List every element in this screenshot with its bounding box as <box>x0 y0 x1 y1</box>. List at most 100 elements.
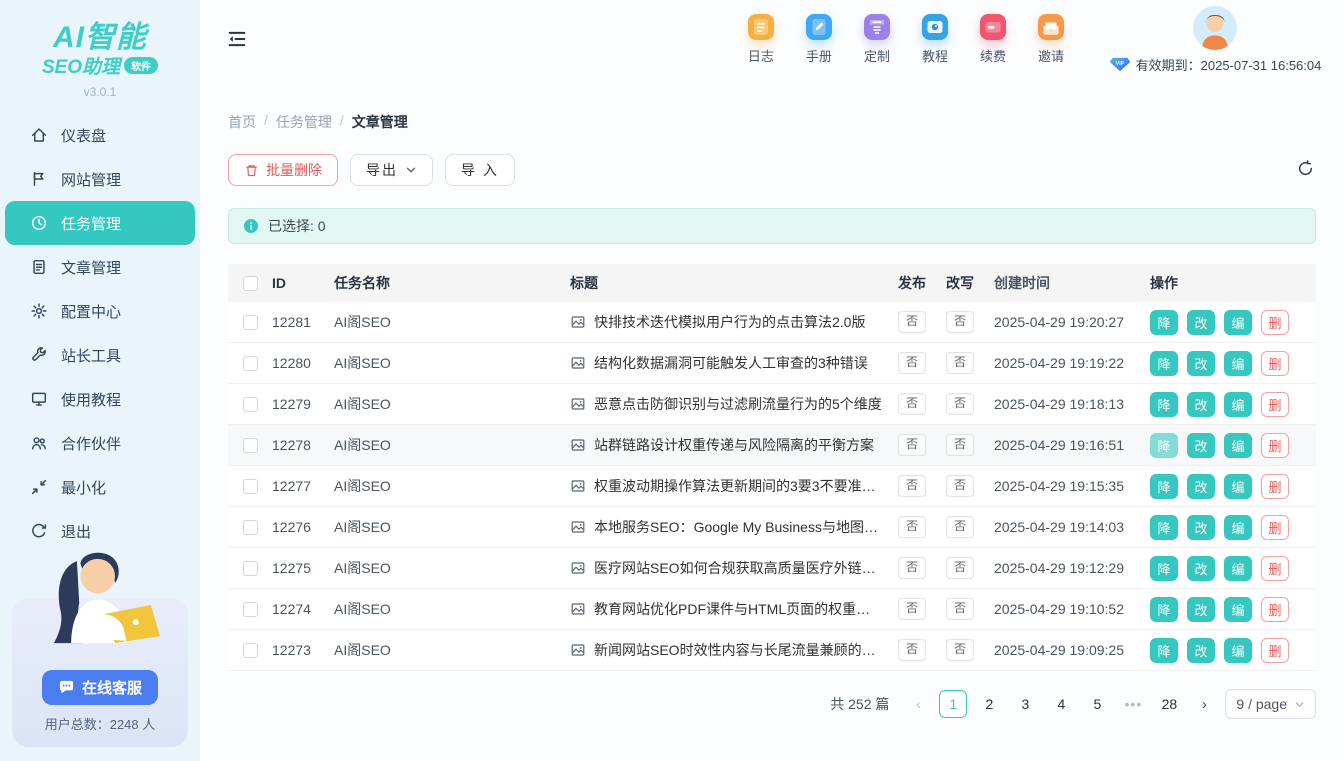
row-created-time: 2025-04-29 19:09:25 <box>994 642 1150 658</box>
refresh-icon[interactable] <box>1296 159 1316 179</box>
delete-button[interactable]: 删 <box>1261 351 1289 376</box>
page-button-28[interactable]: 28 <box>1155 690 1183 718</box>
row-checkbox[interactable] <box>243 397 258 412</box>
breadcrumb-task-management[interactable]: 任务管理 <box>276 112 332 132</box>
demote-button[interactable]: 降 <box>1150 638 1178 663</box>
sidebar-item-minimize[interactable]: 最小化 <box>0 465 200 509</box>
row-checkbox[interactable] <box>243 602 258 617</box>
row-id: 12277 <box>272 478 334 494</box>
quick-link-renew[interactable]: 续费 <box>980 14 1006 65</box>
doc-icon <box>30 258 48 276</box>
manual-icon <box>806 14 832 40</box>
row-created-time: 2025-04-29 19:12:29 <box>994 560 1150 576</box>
rewrite-button[interactable]: 改 <box>1187 638 1215 663</box>
demote-button[interactable]: 降 <box>1150 474 1178 499</box>
rewrite-button[interactable]: 改 <box>1187 474 1215 499</box>
sidebar: AI智能 SEO助理 软件 v3.0.1 仪表盘 网站管理 任务管理 文章管理 … <box>0 0 200 761</box>
page-button-5[interactable]: 5 <box>1083 690 1111 718</box>
online-support-button[interactable]: 在线客服 <box>42 670 158 705</box>
column-task: 任务名称 <box>334 273 570 293</box>
quick-link-log[interactable]: 日志 <box>748 14 774 65</box>
delete-button[interactable]: 删 <box>1261 433 1289 458</box>
row-checkbox[interactable] <box>243 479 258 494</box>
edit-button[interactable]: 编 <box>1224 433 1252 458</box>
quick-link-custom[interactable]: 定制 <box>864 14 890 65</box>
edit-button[interactable]: 编 <box>1224 351 1252 376</box>
demote-button[interactable]: 降 <box>1150 433 1178 458</box>
demote-button[interactable]: 降 <box>1150 597 1178 622</box>
page-button-2[interactable]: 2 <box>975 690 1003 718</box>
demote-button[interactable]: 降 <box>1150 310 1178 335</box>
sidebar-item-flag[interactable]: 网站管理 <box>0 157 200 201</box>
rewrite-button[interactable]: 改 <box>1187 597 1215 622</box>
edit-button[interactable]: 编 <box>1224 392 1252 417</box>
sidebar-item-wrench[interactable]: 站长工具 <box>0 333 200 377</box>
demote-button[interactable]: 降 <box>1150 556 1178 581</box>
delete-button[interactable]: 删 <box>1261 556 1289 581</box>
select-all-checkbox[interactable] <box>243 276 258 291</box>
row-task-name: AI阁SEO <box>334 435 570 455</box>
sidebar-item-clock[interactable]: 任务管理 <box>5 201 195 245</box>
row-checkbox[interactable] <box>243 520 258 535</box>
demote-button[interactable]: 降 <box>1150 392 1178 417</box>
sidebar-item-partners[interactable]: 合作伙伴 <box>0 421 200 465</box>
breadcrumb-home[interactable]: 首页 <box>228 112 256 132</box>
rewrite-button[interactable]: 改 <box>1187 310 1215 335</box>
delete-button[interactable]: 删 <box>1261 515 1289 540</box>
row-checkbox[interactable] <box>243 561 258 576</box>
page-button-1[interactable]: 1 <box>939 690 967 718</box>
row-checkbox[interactable] <box>243 356 258 371</box>
edit-button[interactable]: 编 <box>1224 310 1252 335</box>
page-button-4[interactable]: 4 <box>1047 690 1075 718</box>
sidebar-item-home[interactable]: 仪表盘 <box>0 113 200 157</box>
edit-button[interactable]: 编 <box>1224 515 1252 540</box>
demote-button[interactable]: 降 <box>1150 351 1178 376</box>
user-box: VIP 有效期到：2025-07-31 16:56:04 <box>1100 6 1330 74</box>
import-button[interactable]: 导 入 <box>445 154 515 186</box>
quick-link-invite[interactable]: 邀请 <box>1038 14 1064 65</box>
quick-link-tutorial[interactable]: 教程 <box>922 14 948 65</box>
rewrite-button[interactable]: 改 <box>1187 515 1215 540</box>
avatar[interactable] <box>1193 6 1237 50</box>
user-total-count: 用户总数：2248 人 <box>22 714 178 733</box>
rewrite-button[interactable]: 改 <box>1187 351 1215 376</box>
row-title: 权重波动期操作算法更新期间的3要3不要准则三要 <box>594 476 884 496</box>
table-row: 12281 AI阁SEO 快排技术迭代模拟用户行为的点击算法2.0版 否 否 2… <box>228 302 1316 343</box>
quick-link-manual[interactable]: 手册 <box>806 14 832 65</box>
table-row: 12280 AI阁SEO 结构化数据漏洞可能触发人工审查的3种错误 否 否 20… <box>228 343 1316 384</box>
sidebar-item-monitor[interactable]: 使用教程 <box>0 377 200 421</box>
export-button[interactable]: 导出 <box>350 154 433 186</box>
publish-status-tag: 否 <box>898 516 926 538</box>
row-id: 12275 <box>272 560 334 576</box>
rewrite-status-tag: 否 <box>946 516 974 538</box>
edit-button[interactable]: 编 <box>1224 474 1252 499</box>
batch-delete-button[interactable]: 批量删除 <box>228 154 338 186</box>
delete-button[interactable]: 删 <box>1261 638 1289 663</box>
edit-button[interactable]: 编 <box>1224 638 1252 663</box>
page-size-select[interactable]: 9 / page <box>1225 689 1316 719</box>
delete-button[interactable]: 删 <box>1261 392 1289 417</box>
edit-button[interactable]: 编 <box>1224 556 1252 581</box>
row-checkbox[interactable] <box>243 643 258 658</box>
row-id: 12274 <box>272 601 334 617</box>
sidebar-item-gear[interactable]: 配置中心 <box>0 289 200 333</box>
page-ellipsis[interactable]: ••• <box>1119 690 1147 718</box>
demote-button[interactable]: 降 <box>1150 515 1178 540</box>
delete-button[interactable]: 删 <box>1261 597 1289 622</box>
prev-page-button[interactable]: ‹ <box>905 690 931 718</box>
next-page-button[interactable]: › <box>1191 690 1217 718</box>
delete-button[interactable]: 删 <box>1261 474 1289 499</box>
sidebar-collapse-icon[interactable] <box>226 28 248 50</box>
sidebar-item-doc[interactable]: 文章管理 <box>0 245 200 289</box>
row-checkbox[interactable] <box>243 438 258 453</box>
edit-button[interactable]: 编 <box>1224 597 1252 622</box>
page-button-3[interactable]: 3 <box>1011 690 1039 718</box>
rewrite-button[interactable]: 改 <box>1187 556 1215 581</box>
row-task-name: AI阁SEO <box>334 476 570 496</box>
rewrite-button[interactable]: 改 <box>1187 392 1215 417</box>
logo-badge: 软件 <box>124 57 158 74</box>
delete-button[interactable]: 删 <box>1261 310 1289 335</box>
rewrite-button[interactable]: 改 <box>1187 433 1215 458</box>
rewrite-status-tag: 否 <box>946 598 974 620</box>
row-checkbox[interactable] <box>243 315 258 330</box>
